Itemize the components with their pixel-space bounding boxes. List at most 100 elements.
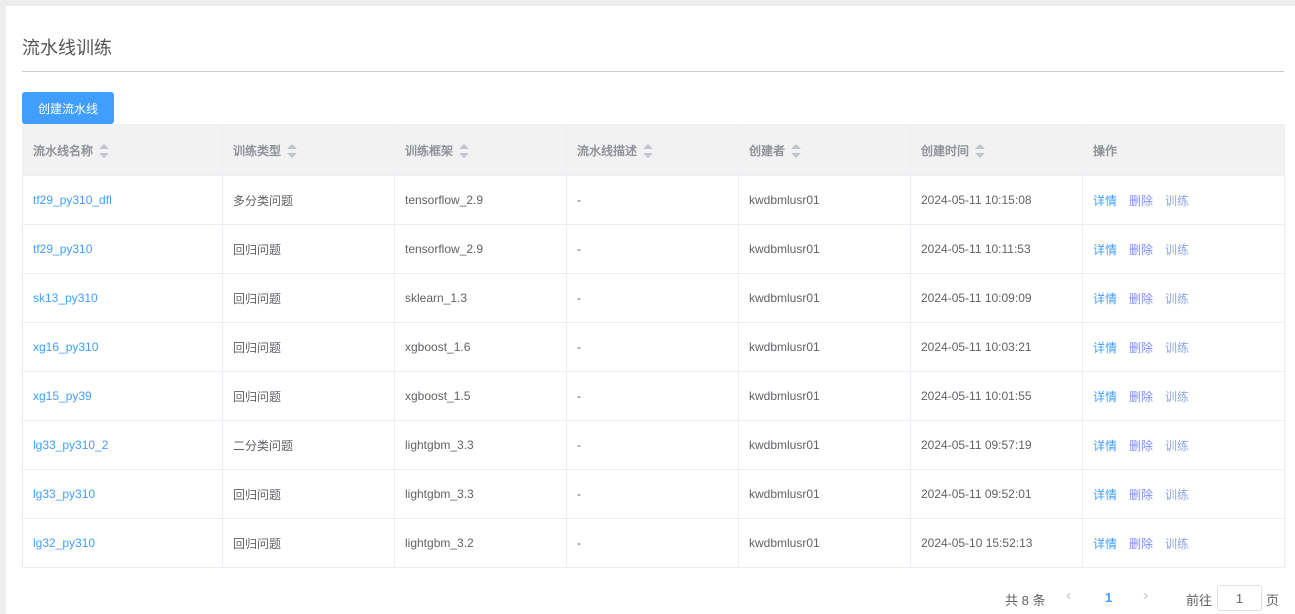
creator: kwdbmlusr01 [738, 469, 911, 519]
pipeline-table: 流水线名称 训练类型 训练框架 流水线描述 创建者 创建时间 操作 tf29_py310_d… [22, 124, 1285, 568]
column-header-label: 流水线描述 [577, 143, 638, 158]
goto-page-input[interactable] [1217, 585, 1262, 611]
next-page-button[interactable]: › [1143, 587, 1148, 605]
delete-button[interactable]: 删除 [1129, 390, 1153, 404]
created-time: 2024-05-11 10:09:09 [910, 273, 1083, 323]
framework: tensorflow_2.9 [394, 175, 567, 225]
detail-button[interactable]: 详情 [1093, 537, 1117, 551]
column-header[interactable]: 创建者 [738, 124, 911, 176]
column-header-label: 训练框架 [405, 143, 454, 158]
creator: kwdbmlusr01 [738, 224, 911, 274]
description: - [566, 469, 739, 519]
detail-button[interactable]: 详情 [1093, 439, 1117, 453]
table-row: xg15_py39 回归问题 xgboost_1.5 - kwdbmlusr01… [22, 371, 1285, 421]
creator: kwdbmlusr01 [738, 273, 911, 323]
table-row: lg33_py310_2 二分类问题 lightgbm_3.3 - kwdbml… [22, 420, 1285, 470]
detail-button[interactable]: 详情 [1093, 292, 1117, 306]
framework: tensorflow_2.9 [394, 224, 567, 274]
column-header-label: 操作 [1093, 143, 1118, 158]
divider [22, 71, 1284, 72]
framework: lightgbm_3.3 [394, 420, 567, 470]
creator: kwdbmlusr01 [738, 322, 911, 372]
delete-button[interactable]: 删除 [1129, 194, 1153, 208]
page-suffix: 页 [1266, 593, 1280, 608]
creator: kwdbmlusr01 [738, 420, 911, 470]
column-header: 操作 [1082, 124, 1285, 176]
train-button[interactable]: 训练 [1165, 341, 1189, 355]
created-time: 2024-05-11 10:15:08 [910, 175, 1083, 225]
training-type: 回归问题 [222, 469, 395, 519]
framework: xgboost_1.6 [394, 322, 567, 372]
pipeline-name-link[interactable]: xg15_py39 [33, 389, 92, 403]
training-type: 回归问题 [222, 371, 395, 421]
training-type: 回归问题 [222, 224, 395, 274]
page-1[interactable]: 1 [1105, 590, 1112, 605]
sort-icon[interactable] [791, 144, 802, 159]
detail-button[interactable]: 详情 [1093, 390, 1117, 404]
create-pipeline-button[interactable]: 创建流水线 [22, 92, 114, 124]
created-time: 2024-05-10 15:52:13 [910, 518, 1083, 568]
created-time: 2024-05-11 10:03:21 [910, 322, 1083, 372]
table-row: tf29_py310 回归问题 tensorflow_2.9 - kwdbmlu… [22, 224, 1285, 274]
delete-button[interactable]: 删除 [1129, 439, 1153, 453]
training-type: 二分类问题 [222, 420, 395, 470]
framework: lightgbm_3.2 [394, 518, 567, 568]
description: - [566, 322, 739, 372]
sort-icon[interactable] [287, 144, 298, 159]
detail-button[interactable]: 详情 [1093, 243, 1117, 257]
created-time: 2024-05-11 09:52:01 [910, 469, 1083, 519]
column-header[interactable]: 流水线描述 [566, 124, 739, 176]
detail-button[interactable]: 详情 [1093, 341, 1117, 355]
column-header[interactable]: 训练类型 [222, 124, 395, 176]
detail-button[interactable]: 详情 [1093, 488, 1117, 502]
pipeline-name-link[interactable]: tf29_py310 [33, 242, 92, 256]
train-button[interactable]: 训练 [1165, 439, 1189, 453]
description: - [566, 224, 739, 274]
pipeline-name-link[interactable]: lg33_py310 [33, 487, 95, 501]
prev-page-button[interactable]: ‹ [1066, 587, 1071, 605]
train-button[interactable]: 训练 [1165, 488, 1189, 502]
table-row: xg16_py310 回归问题 xgboost_1.6 - kwdbmlusr0… [22, 322, 1285, 372]
column-header[interactable]: 训练框架 [394, 124, 567, 176]
total-count: 共 8 条 [1005, 593, 1046, 608]
training-type: 回归问题 [222, 273, 395, 323]
created-time: 2024-05-11 09:57:19 [910, 420, 1083, 470]
sort-icon[interactable] [459, 144, 470, 159]
created-time: 2024-05-11 10:01:55 [910, 371, 1083, 421]
delete-button[interactable]: 删除 [1129, 488, 1153, 502]
pipeline-name-link[interactable]: xg16_py310 [33, 340, 98, 354]
creator: kwdbmlusr01 [738, 371, 911, 421]
delete-button[interactable]: 删除 [1129, 537, 1153, 551]
train-button[interactable]: 训练 [1165, 292, 1189, 306]
delete-button[interactable]: 删除 [1129, 341, 1153, 355]
train-button[interactable]: 训练 [1165, 194, 1189, 208]
column-header[interactable]: 创建时间 [910, 124, 1083, 176]
sort-icon[interactable] [99, 144, 110, 159]
pipeline-name-link[interactable]: tf29_py310_dfl [33, 193, 112, 207]
sort-icon[interactable] [975, 144, 986, 159]
pipeline-name-link[interactable]: lg33_py310_2 [33, 438, 108, 452]
column-header-label: 创建时间 [921, 143, 970, 158]
table-row: lg33_py310 回归问题 lightgbm_3.3 - kwdbmlusr… [22, 469, 1285, 519]
train-button[interactable]: 训练 [1165, 243, 1189, 257]
train-button[interactable]: 训练 [1165, 537, 1189, 551]
description: - [566, 273, 739, 323]
creator: kwdbmlusr01 [738, 518, 911, 568]
training-type: 多分类问题 [222, 175, 395, 225]
table-row: lg32_py310 回归问题 lightgbm_3.2 - kwdbmlusr… [22, 518, 1285, 568]
pipeline-name-link[interactable]: sk13_py310 [33, 291, 98, 305]
detail-button[interactable]: 详情 [1093, 194, 1117, 208]
train-button[interactable]: 训练 [1165, 390, 1189, 404]
column-header-label: 流水线名称 [33, 143, 94, 158]
delete-button[interactable]: 删除 [1129, 243, 1153, 257]
pagination: 共 8 条 ‹ 1 › 前往 页 [0, 583, 1295, 613]
column-header[interactable]: 流水线名称 [22, 124, 223, 176]
goto-label: 前往 [1186, 593, 1213, 608]
pipeline-name-link[interactable]: lg32_py310 [33, 536, 95, 550]
creator: kwdbmlusr01 [738, 175, 911, 225]
main-panel: 流水线训练 创建流水线 流水线名称 训练类型 训练框架 流水线描述 创建者 创建时间 操作 … [6, 6, 1295, 614]
delete-button[interactable]: 删除 [1129, 292, 1153, 306]
sort-icon[interactable] [643, 144, 654, 159]
created-time: 2024-05-11 10:11:53 [910, 224, 1083, 274]
table-row: sk13_py310 回归问题 sklearn_1.3 - kwdbmlusr0… [22, 273, 1285, 323]
